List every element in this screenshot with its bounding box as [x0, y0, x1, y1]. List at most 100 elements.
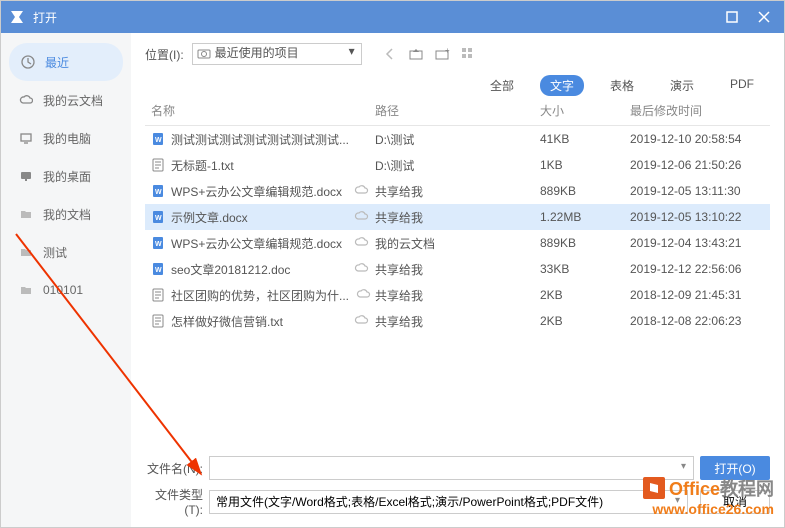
file-path: 共享给我 — [375, 261, 540, 278]
file-date: 2019-12-05 13:11:30 — [630, 184, 770, 198]
filter-0[interactable]: 全部 — [480, 75, 524, 96]
file-date: 2019-12-05 13:10:22 — [630, 210, 770, 224]
file-list: W 测试测试测试测试测试测试测试... D:\测试41KB2019-12-10 20… — [145, 126, 770, 450]
location-select[interactable]: 最近使用的项目 — [192, 43, 362, 65]
file-name: 无标题-1.txt — [171, 157, 234, 174]
file-type-icon — [151, 288, 165, 302]
file-size: 2KB — [540, 314, 630, 328]
sidebar-item-label: 我的文档 — [43, 206, 91, 223]
file-date: 2019-12-06 21:50:26 — [630, 158, 770, 172]
folder-icon — [19, 245, 33, 259]
cloud-icon — [355, 286, 371, 305]
col-path[interactable]: 路径 — [375, 102, 540, 119]
sidebar-item-2[interactable]: 我的电脑 — [1, 119, 131, 157]
filter-1[interactable]: 文字 — [540, 75, 584, 96]
table-row[interactable]: W 测试测试测试测试测试测试测试... D:\测试41KB2019-12-10 20… — [145, 126, 770, 152]
folder-icon — [19, 283, 33, 297]
file-date: 2019-12-04 13:43:21 — [630, 236, 770, 250]
chevron-down-icon[interactable]: ▾ — [675, 495, 680, 506]
file-type-icon: W — [151, 236, 165, 250]
chevron-down-icon[interactable]: ▾ — [681, 461, 686, 472]
sidebar-item-6[interactable]: 010101 — [1, 271, 131, 309]
sidebar-item-4[interactable]: 我的文档 — [1, 195, 131, 233]
col-name[interactable]: 名称 — [145, 102, 375, 119]
app-logo-icon — [9, 9, 25, 25]
file-size: 41KB — [540, 132, 630, 146]
file-path: 共享给我 — [375, 287, 540, 304]
sidebar-item-label: 我的桌面 — [43, 168, 91, 185]
file-date: 2018-12-09 21:45:31 — [630, 288, 770, 302]
file-date: 2019-12-10 20:58:54 — [630, 132, 770, 146]
file-size: 1.22MB — [540, 210, 630, 224]
file-size: 889KB — [540, 184, 630, 198]
filter-tabs: 全部文字表格演示 PDF — [145, 75, 770, 96]
toolbar: 位置(I): 最近使用的项目 + — [145, 43, 770, 65]
table-row[interactable]: WWPS+云办公文章编辑规范.docx我的云文档889KB2019-12-04 … — [145, 230, 770, 256]
filetype-input[interactable] — [209, 490, 688, 514]
sidebar-item-5[interactable]: 测试 — [1, 233, 131, 271]
sidebar-item-1[interactable]: 我的云文档 — [1, 81, 131, 119]
open-button[interactable]: 打开(O) — [700, 456, 770, 480]
view-icon[interactable] — [460, 46, 476, 62]
col-date[interactable]: 最后修改时间 — [630, 102, 770, 119]
file-name: 测试测试测试测试测试测试测试... — [171, 131, 349, 148]
filetype-label: 文件类型(T): — [145, 486, 203, 517]
file-name: seo文章20181212.doc — [171, 261, 290, 278]
file-name: WPS+云办公文章编辑规范.docx — [171, 183, 342, 200]
file-type-icon — [151, 314, 165, 328]
file-date: 2019-12-12 22:56:06 — [630, 262, 770, 276]
new-folder-icon[interactable]: + — [434, 46, 450, 62]
file-type-icon — [151, 158, 165, 172]
file-path: 共享给我 — [375, 313, 540, 330]
table-row[interactable]: 怎样做好微信营销.txt共享给我2KB2018-12-08 22:06:23 — [145, 308, 770, 334]
filter-2[interactable]: 表格 — [600, 75, 644, 96]
minimize-button[interactable] — [720, 5, 744, 29]
sidebar-item-3[interactable]: 我的桌面 — [1, 157, 131, 195]
table-header: 名称 路径 大小 最后修改时间 — [145, 102, 770, 126]
file-size: 1KB — [540, 158, 630, 172]
file-type-icon: W — [151, 262, 165, 276]
col-size[interactable]: 大小 — [540, 102, 630, 119]
cancel-button[interactable]: 取消 — [700, 490, 770, 514]
table-row[interactable]: 社区团购的优势，社区团购为什... 共享给我2KB2018-12-09 21:45… — [145, 282, 770, 308]
svg-text:W: W — [155, 137, 162, 144]
file-type-icon: W — [151, 210, 165, 224]
sidebar-item-label: 010101 — [43, 283, 83, 297]
cloud-icon — [19, 93, 33, 107]
input-panel: 文件名(N): ▾ 打开(O) 文件类型(T): ▾ 取消 — [145, 450, 770, 527]
table-row[interactable]: W 示例文章.docx 共享给我1.22MB2019-12-05 13:10:22 — [145, 204, 770, 230]
svg-text:W: W — [155, 189, 162, 196]
main-panel: 位置(I): 最近使用的项目 + 全部文字表格演示 PDF 名称 路径 大小 最后… — [131, 33, 784, 527]
table-row[interactable]: 无标题-1.txt D:\测试1KB2019-12-06 21:50:26 — [145, 152, 770, 178]
file-path: D:\测试 — [375, 131, 540, 148]
file-name: 怎样做好微信营销.txt — [171, 313, 283, 330]
file-name: 示例文章.docx — [171, 209, 248, 226]
filter-3[interactable]: 演示 — [660, 75, 704, 96]
file-size: 2KB — [540, 288, 630, 302]
file-path: D:\测试 — [375, 157, 540, 174]
file-type-icon: W — [151, 184, 165, 198]
table-row[interactable]: Wseo文章20181212.doc共享给我33KB2019-12-12 22:… — [145, 256, 770, 282]
file-name: WPS+云办公文章编辑规范.docx — [171, 235, 342, 252]
svg-text:W: W — [155, 215, 162, 222]
file-size: 889KB — [540, 236, 630, 250]
up-folder-icon[interactable] — [408, 46, 424, 62]
window-title: 打开 — [33, 9, 720, 26]
svg-text:+: + — [445, 46, 450, 55]
file-path: 共享给我 — [375, 209, 540, 226]
cloud-icon — [353, 312, 369, 331]
filename-input[interactable] — [209, 456, 694, 480]
filter-4[interactable]: PDF — [720, 75, 764, 96]
file-type-icon: W — [151, 132, 165, 146]
table-row[interactable]: WWPS+云办公文章编辑规范.docx共享给我889KB2019-12-05 1… — [145, 178, 770, 204]
folder-icon — [19, 207, 33, 221]
recent-icon — [197, 47, 211, 64]
back-icon[interactable] — [382, 46, 398, 62]
close-button[interactable] — [752, 5, 776, 29]
cloud-icon — [353, 260, 369, 279]
file-name: 社区团购的优势，社区团购为什... — [171, 287, 349, 304]
location-value: 最近使用的项目 — [215, 46, 299, 60]
svg-text:W: W — [155, 241, 162, 248]
cloud-icon — [353, 234, 369, 253]
sidebar-item-0[interactable]: 最近 — [9, 43, 123, 81]
